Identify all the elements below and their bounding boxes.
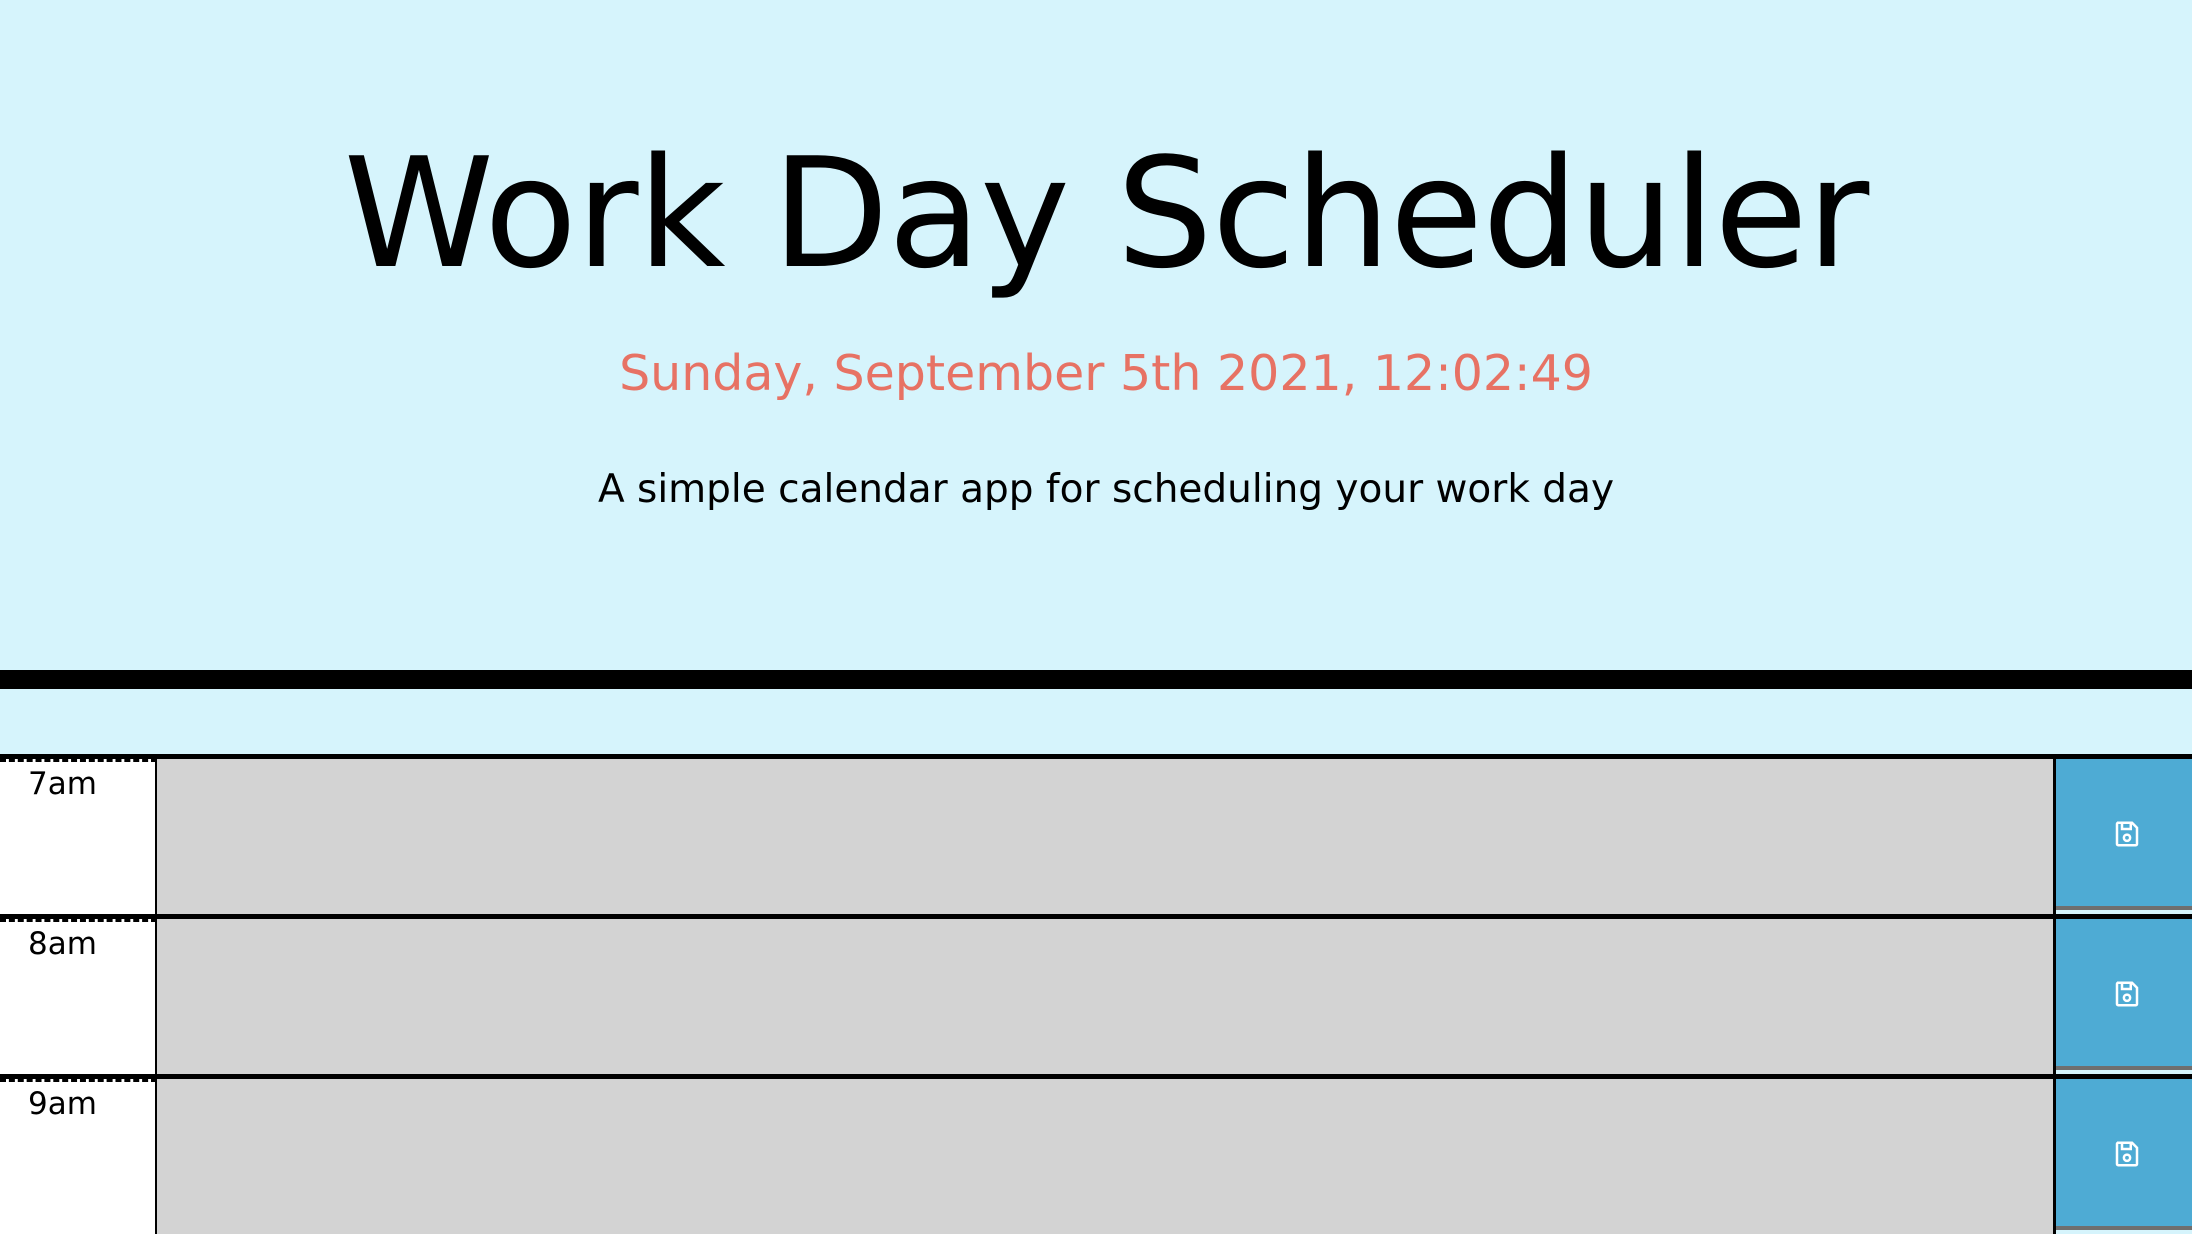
time-block-row: 7am bbox=[0, 754, 2192, 914]
floppy-disk-icon bbox=[2115, 821, 2139, 847]
description-textarea[interactable] bbox=[157, 1079, 2056, 1234]
header: Work Day Scheduler Sunday, September 5th… bbox=[0, 0, 2192, 670]
description-textarea[interactable] bbox=[157, 919, 2056, 1074]
page-title: Work Day Scheduler bbox=[343, 125, 1870, 302]
floppy-disk-icon bbox=[2115, 1141, 2139, 1167]
hour-label: 9am bbox=[0, 1079, 157, 1234]
lead-text: A simple calendar app for scheduling you… bbox=[597, 467, 1615, 512]
header-divider bbox=[0, 670, 2192, 689]
description-textarea[interactable] bbox=[157, 759, 2056, 914]
hour-label: 8am bbox=[0, 919, 157, 1074]
save-button[interactable] bbox=[2056, 759, 2192, 910]
time-block-row: 9am bbox=[0, 1074, 2192, 1234]
save-button[interactable] bbox=[2056, 919, 2192, 1070]
time-block-row: 8am bbox=[0, 914, 2192, 1074]
current-datetime: Sunday, September 5th 2021, 12:02:49 bbox=[619, 345, 1593, 402]
time-block-list: 7am 8am 9am bbox=[0, 754, 2192, 1234]
floppy-disk-icon bbox=[2115, 981, 2139, 1007]
save-button[interactable] bbox=[2056, 1079, 2192, 1230]
hour-label: 7am bbox=[0, 759, 157, 914]
